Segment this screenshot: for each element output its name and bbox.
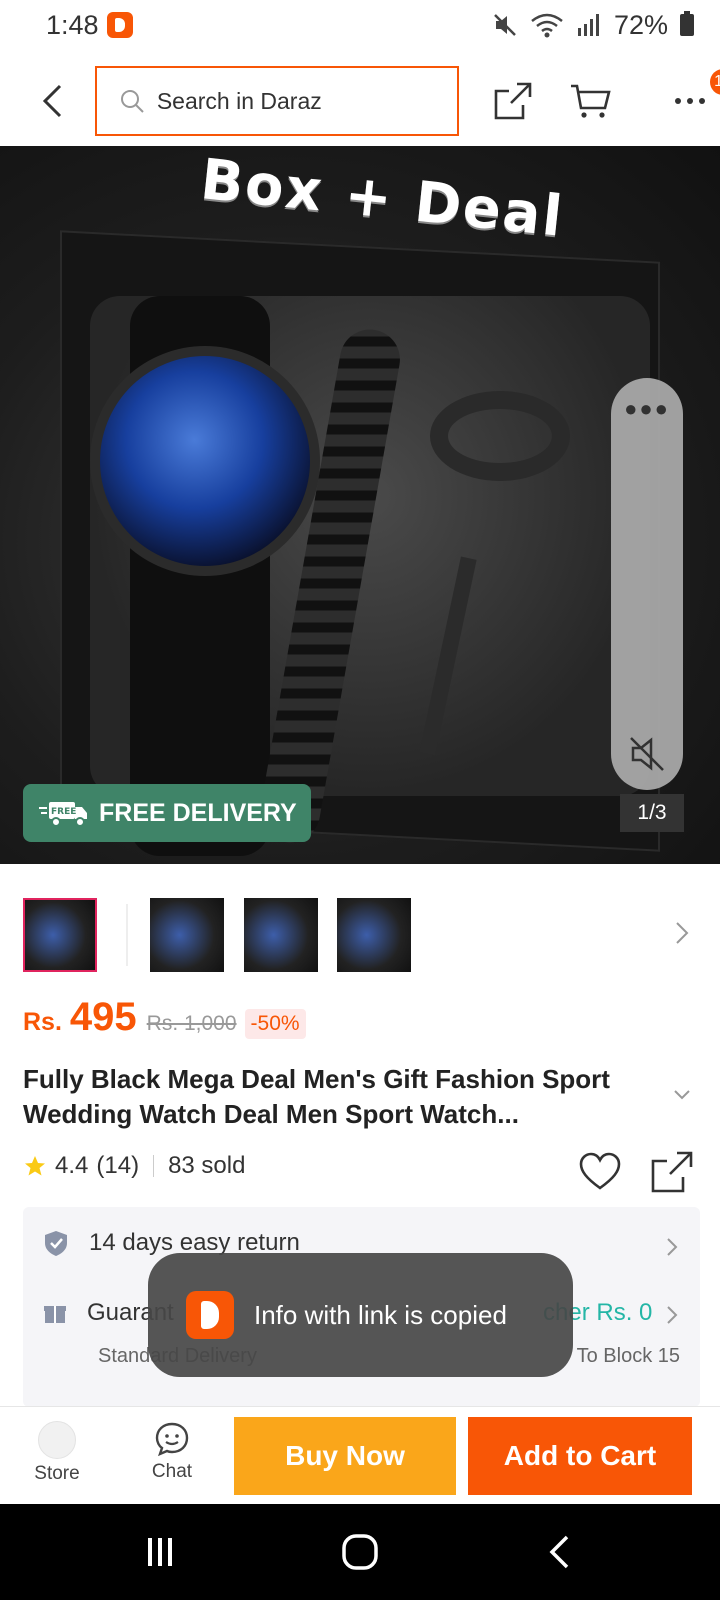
rating-row[interactable]: 4.4 (14) 83 sold xyxy=(23,1152,245,1180)
chevron-down-icon[interactable] xyxy=(672,1088,692,1102)
daraz-app-icon xyxy=(186,1291,234,1339)
product-image-carousel[interactable]: Box + Deal ●●● FREE FREE DELIVERY 1/3 xyxy=(0,146,720,864)
buy-now-button[interactable]: Buy Now xyxy=(234,1417,456,1495)
speaker-mute-icon[interactable] xyxy=(627,734,667,774)
chevron-right-icon[interactable] xyxy=(666,1237,678,1257)
bottom-action-bar: Store Chat Buy Now Add to Cart xyxy=(0,1406,720,1504)
sold-count: 83 sold xyxy=(168,1152,246,1179)
video-control-panel[interactable]: ●●● xyxy=(611,378,683,790)
notification-badge: 15 xyxy=(709,69,720,95)
share-button[interactable] xyxy=(483,71,542,131)
truck-icon: FREE xyxy=(39,802,87,827)
thumbnail-divider xyxy=(126,904,128,966)
toast-text: Info with link is copied xyxy=(254,1299,507,1330)
rating-value: 4.4 xyxy=(55,1152,89,1179)
app-notification-icon xyxy=(106,12,133,38)
search-icon xyxy=(120,90,144,113)
original-price: Rs. 1,000 xyxy=(146,1012,237,1035)
chevron-right-icon[interactable] xyxy=(674,920,690,946)
chat-button[interactable]: Chat xyxy=(132,1421,212,1483)
thumbnail-2[interactable] xyxy=(150,898,224,972)
free-delivery-label: FREE DELIVERY xyxy=(99,798,297,827)
add-to-cart-button[interactable]: Add to Cart xyxy=(468,1417,692,1495)
chevron-right-icon[interactable] xyxy=(666,1305,678,1325)
shield-check-icon xyxy=(45,1231,67,1256)
more-button[interactable]: 15 xyxy=(661,69,720,131)
home-icon xyxy=(342,1534,378,1570)
thumbnail-strip xyxy=(0,898,720,974)
recent-apps-icon xyxy=(148,1538,172,1566)
heart-icon[interactable] xyxy=(578,1150,622,1194)
store-logo-icon xyxy=(38,1421,76,1459)
thumbnail-4[interactable] xyxy=(337,898,411,972)
mute-icon xyxy=(494,14,516,36)
rating-divider xyxy=(153,1155,155,1177)
watch-face xyxy=(90,346,320,576)
store-button[interactable]: Store xyxy=(17,1421,97,1485)
more-icon xyxy=(675,98,706,104)
share-icon xyxy=(494,82,531,120)
free-delivery-badge: FREE FREE DELIVERY xyxy=(23,784,311,842)
thumbnail-3[interactable] xyxy=(244,898,318,972)
gift-icon xyxy=(44,1306,66,1323)
chat-icon xyxy=(155,1422,189,1457)
panel-more-icon[interactable]: ●●● xyxy=(624,396,670,422)
home-button[interactable] xyxy=(338,1530,382,1574)
android-back-button[interactable] xyxy=(538,1530,582,1574)
back-button[interactable] xyxy=(18,66,87,136)
ring xyxy=(430,391,570,481)
battery-percentage: 72% xyxy=(613,9,668,40)
cart-button[interactable] xyxy=(560,71,619,131)
search-input[interactable]: Search in Daraz xyxy=(94,66,460,136)
star-icon xyxy=(25,1156,45,1176)
toast-notification: Info with link is copied xyxy=(148,1253,573,1377)
free-tag: FREE xyxy=(51,807,76,817)
status-icons: 72% xyxy=(492,10,694,41)
store-label: Store xyxy=(34,1463,80,1484)
signal-icon xyxy=(577,14,599,36)
share-icon[interactable] xyxy=(650,1150,694,1194)
back-icon xyxy=(43,84,62,118)
price-value: 495 xyxy=(69,995,137,1039)
cart-icon xyxy=(570,84,611,118)
product-title: Fully Black Mega Deal Men's Gift Fashion… xyxy=(23,1064,610,1129)
status-time: 1:48 xyxy=(46,9,99,40)
android-navigation-bar xyxy=(0,1504,720,1600)
image-counter: 1/3 xyxy=(620,794,684,832)
wifi-icon xyxy=(531,13,563,38)
android-back-icon xyxy=(549,1535,569,1569)
search-placeholder: Search in Daraz xyxy=(156,87,322,114)
recent-apps-button[interactable] xyxy=(138,1530,182,1574)
price-currency: Rs. xyxy=(23,1008,62,1036)
thumbnail-1[interactable] xyxy=(23,898,97,972)
chat-label: Chat xyxy=(151,1461,193,1482)
status-bar: 1:48 72% xyxy=(0,0,720,50)
price-row: Rs. 495 Rs. 1,000 -50% xyxy=(23,995,306,1040)
review-count: (14) xyxy=(96,1152,140,1179)
discount-badge: -50% xyxy=(244,1009,306,1039)
top-nav: Search in Daraz 15 xyxy=(0,56,720,146)
delivery-location: To Block 15 xyxy=(576,1345,680,1367)
battery-icon xyxy=(680,11,694,36)
